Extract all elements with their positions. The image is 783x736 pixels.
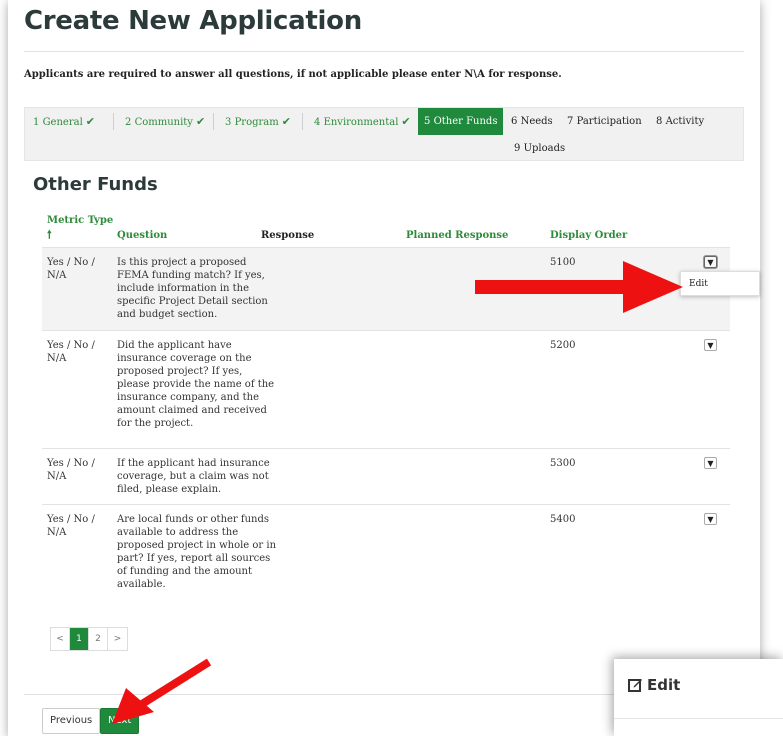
section-heading: Other Funds [33,174,158,195]
metric-type-cell: Yes / No / N/A [47,514,95,538]
step-number: 7 [567,116,574,127]
checkmark-icon: ✔ [85,115,95,128]
step-number: 4 [314,117,321,128]
question-cell: Is this project a proposed FEMA funding … [117,257,268,320]
metric-type-cell: Yes / No / N/A [47,340,95,364]
pager-page-2[interactable]: 2 [89,628,108,650]
column-header-metric-type[interactable]: Metric Type 🠕 [47,215,113,245]
pager-next-button[interactable]: > [108,628,127,650]
divider [302,113,303,130]
step-environmental[interactable]: 4 Environmental ✔ [308,108,417,135]
pagination: < 1 2 > [50,627,128,651]
column-header-question[interactable]: Question [117,230,167,241]
step-needs[interactable]: 6 Needs [505,108,559,135]
chevron-down-icon[interactable]: ▼ [704,457,717,469]
edit-icon [628,679,642,692]
previous-button[interactable]: Previous [42,708,101,734]
step-label: Uploads [523,143,566,154]
question-cell: If the applicant had insurance coverage,… [117,458,270,495]
divider [113,113,114,130]
menu-item-edit[interactable]: Edit [689,279,708,289]
column-header-display-order[interactable]: Display Order [550,230,627,241]
chevron-down-icon[interactable]: ▼ [704,513,717,525]
divider [213,113,214,130]
question-cell: Are local funds or other funds available… [117,514,277,590]
column-header-planned-response[interactable]: Planned Response [406,230,508,241]
step-other-funds[interactable]: 5 Other Funds [418,108,504,135]
step-number: 3 [225,117,232,128]
step-uploads[interactable]: 9 Uploads [508,135,571,162]
pager-page-1[interactable]: 1 [70,628,89,650]
step-label: Program [234,117,279,128]
step-general[interactable]: 1 General ✔ [27,108,101,135]
chevron-down-icon[interactable]: ▼ [704,339,717,351]
application-panel: Create New Application Applicants are re… [8,0,760,736]
table-row: Yes / No / N/A Did the applicant have in… [42,330,730,448]
divider [24,51,744,52]
pager-prev-button[interactable]: < [51,628,70,650]
metric-type-cell: Yes / No / N/A [47,458,95,482]
arrow-up-icon: 🠕 [47,228,52,241]
step-label: General [42,117,83,128]
step-number: 9 [514,143,521,154]
display-order-cell: 5300 [550,458,576,469]
step-label: Needs [520,116,553,127]
column-header-response[interactable]: Response [261,230,314,241]
checkmark-icon: ✔ [401,115,411,128]
chevron-down-icon[interactable]: ▼ [704,256,717,268]
display-order-cell: 5200 [550,340,576,351]
page-title: Create New Application [24,6,362,36]
column-label: Metric Type [47,215,114,226]
edit-modal: Edit [614,659,783,736]
modal-title-text: Edit [647,676,681,694]
annotation-arrow-icon [475,261,683,313]
row-action-menu: Edit [680,271,760,296]
step-navigation: 1 General ✔ 2 Community ✔ 3 Program ✔ 4 Env… [24,107,744,161]
table-row: Yes / No / N/A Are local funds or other … [42,504,730,604]
question-cell: Did the applicant have insurance coverag… [117,340,275,429]
step-label: Other Funds [433,116,498,127]
checkmark-icon: ✔ [281,115,291,128]
step-activity[interactable]: 8 Activity [650,108,710,135]
step-participation[interactable]: 7 Participation [561,108,648,135]
annotation-arrow-icon [112,658,212,724]
instructions-text: Applicants are required to answer all qu… [24,69,562,80]
checkmark-icon: ✔ [195,115,206,128]
step-number: 2 [125,117,132,128]
step-label: Activity [665,116,705,127]
table-row: Yes / No / N/A If the applicant had insu… [42,448,730,504]
divider [614,718,783,719]
step-number: 1 [33,117,40,128]
step-number: 8 [656,116,663,127]
step-label: Participation [576,116,642,127]
step-number: 6 [511,116,518,127]
step-label: Community [134,117,193,128]
modal-title: Edit [628,676,680,694]
step-label: Environmental [323,117,399,128]
step-number: 5 [424,116,431,127]
step-program[interactable]: 3 Program ✔ [219,108,297,135]
display-order-cell: 5400 [550,514,576,525]
step-community[interactable]: 2 Community ✔ [119,108,211,135]
metric-type-cell: Yes / No / N/A [47,257,95,281]
